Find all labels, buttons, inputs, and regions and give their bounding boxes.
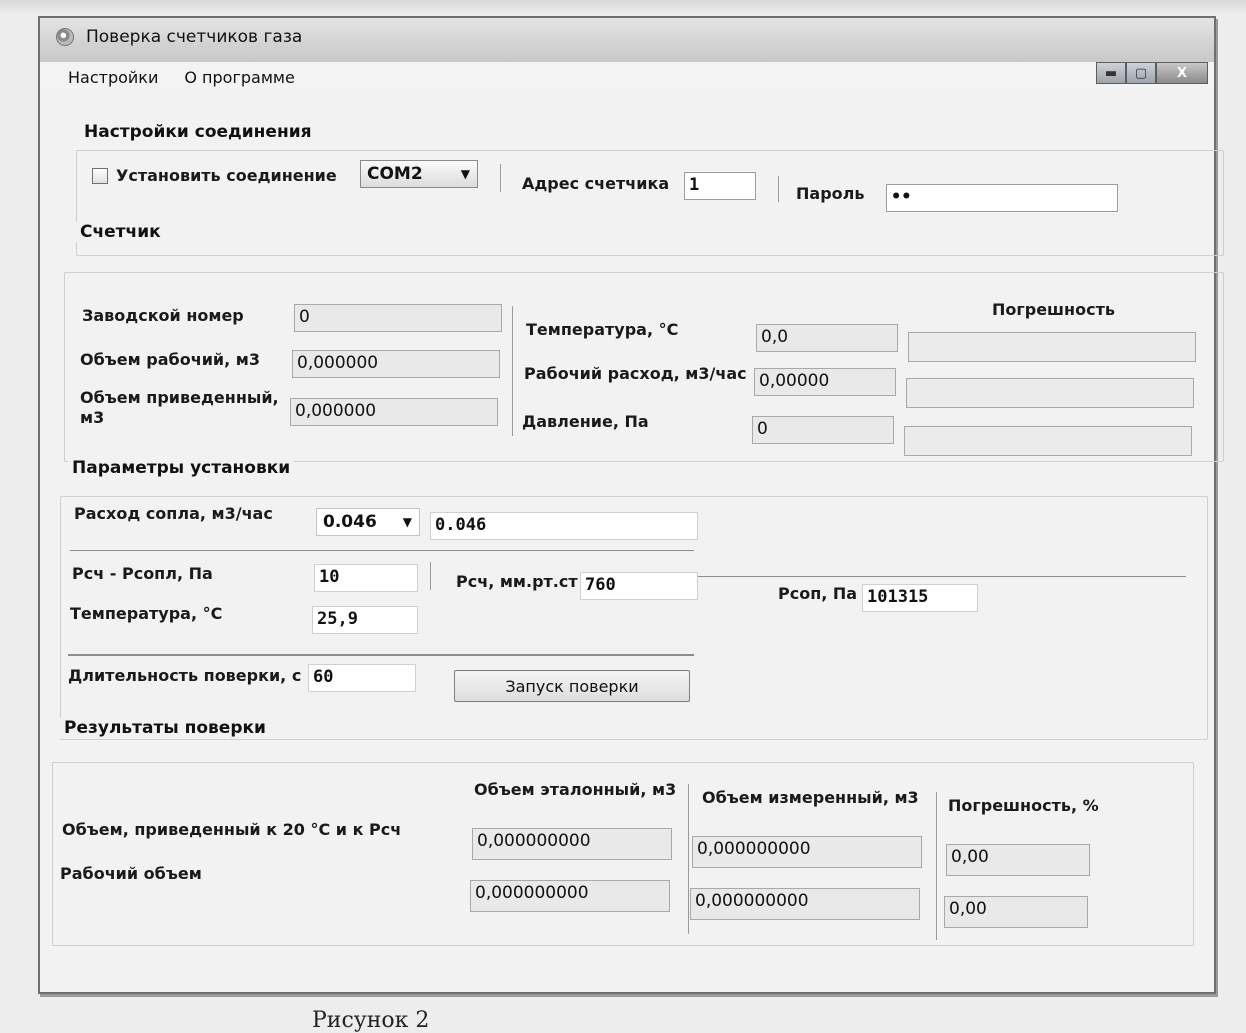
separator [688, 784, 689, 934]
temp-field: 0,0 [756, 324, 898, 352]
chevron-down-icon: ▼ [402, 515, 412, 529]
duration-label: Длительность поверки, с [68, 666, 302, 685]
address-label: Адрес счетчика [522, 174, 670, 193]
serial-field: 0 [294, 304, 502, 332]
dp-input[interactable]: 10 [314, 564, 418, 592]
temp-error-field [908, 332, 1196, 362]
vol-norm-label-unit: м3 [80, 408, 105, 427]
vol-norm-label: Объем приведенный, [80, 388, 279, 407]
psop-label: Рсоп, Па [778, 584, 858, 603]
vol-work-field: 0,000000 [292, 350, 500, 378]
pressure-field: 0 [752, 416, 894, 444]
psop-input[interactable]: 101315 [862, 584, 978, 612]
chevron-down-icon: ▼ [460, 167, 470, 181]
nozzle-flow-input[interactable]: 0.046 [430, 512, 698, 540]
duration-input[interactable]: 60 [308, 664, 416, 692]
separator [500, 164, 501, 192]
connection-group-title: Настройки соединения [80, 122, 316, 142]
vol-norm-field: 0,000000 [290, 398, 498, 426]
counter-group-title: Счетчик [76, 222, 165, 242]
dp-label: Рсч - Рсопл, Па [72, 564, 213, 583]
window-content: Настройки соединения Установить соединен… [40, 94, 1224, 992]
results-group-title: Результаты поверки [60, 718, 270, 738]
nozzle-select[interactable]: 0.046 ▼ [316, 508, 420, 536]
close-button[interactable]: X [1156, 62, 1208, 84]
window-controls: ▬ ▢ X [1096, 62, 1208, 86]
setup-temp-input[interactable]: 25,9 [312, 606, 418, 634]
serial-label: Заводской номер [82, 306, 244, 325]
menu-about[interactable]: О программе [184, 68, 294, 87]
result-err-norm: 0,00 [946, 844, 1090, 876]
pmm-label: Рсч, мм.рт.ст [456, 572, 578, 591]
pmm-input[interactable]: 760 [580, 572, 698, 600]
result-row-label-norm: Объем, приведенный к 20 °С и к Рсч [62, 820, 402, 839]
separator [430, 562, 431, 590]
address-input[interactable]: 1 [684, 172, 756, 200]
pressure-error-field [904, 426, 1192, 456]
temp-label: Температура, °С [526, 320, 679, 339]
setup-group-title: Параметры установки [68, 458, 295, 478]
separator [778, 176, 779, 202]
vol-work-label: Объем рабочий, м3 [80, 350, 260, 369]
main-window: Поверка счетчиков газа ▬ ▢ X Настройки О… [38, 16, 1224, 994]
nozzle-select-value: 0.046 [323, 512, 377, 532]
app-icon [56, 28, 74, 46]
flow-field: 0,00000 [754, 368, 896, 396]
menu-bar: Настройки О программе [40, 62, 1104, 92]
pressure-label: Давление, Па [522, 412, 649, 431]
com-port-select[interactable]: COM2 ▼ [360, 160, 478, 188]
nozzle-label: Расход сопла, м3/час [74, 504, 273, 523]
separator [512, 306, 513, 436]
start-verification-button[interactable]: Запуск поверки [454, 670, 690, 702]
flow-label: Рабочий расход, м3/час [524, 364, 747, 383]
result-ref-norm: 0,000000000 [472, 828, 672, 860]
scan-margin [0, 0, 1246, 14]
col-meas-header: Объем измеренный, м3 [702, 788, 919, 807]
error-header: Погрешность [992, 300, 1115, 319]
flow-error-field [906, 378, 1194, 408]
setup-temp-label: Температура, °С [70, 604, 223, 623]
menu-settings[interactable]: Настройки [68, 68, 158, 87]
result-err-work: 0,00 [944, 896, 1088, 928]
com-port-value: COM2 [367, 164, 423, 184]
result-meas-norm: 0,000000000 [692, 836, 922, 868]
maximize-button[interactable]: ▢ [1126, 62, 1156, 84]
divider [694, 576, 1186, 577]
col-err-header: Погрешность, % [948, 796, 1099, 815]
password-input[interactable]: •• [886, 184, 1118, 212]
title-bar[interactable]: Поверка счетчиков газа [40, 18, 1214, 62]
connect-checkbox[interactable] [92, 168, 108, 184]
result-ref-work: 0,000000000 [470, 880, 670, 912]
col-ref-header: Объем эталонный, м3 [474, 780, 677, 799]
connect-checkbox-label: Установить соединение [116, 166, 337, 185]
result-row-label-work: Рабочий объем [60, 864, 202, 883]
divider [70, 550, 694, 551]
window-title: Поверка счетчиков газа [86, 27, 303, 47]
separator [936, 792, 937, 940]
password-label: Пароль [796, 184, 865, 203]
figure-caption: Рисунок 2 [312, 1008, 430, 1033]
result-meas-work: 0,000000000 [690, 888, 920, 920]
divider [68, 654, 694, 656]
